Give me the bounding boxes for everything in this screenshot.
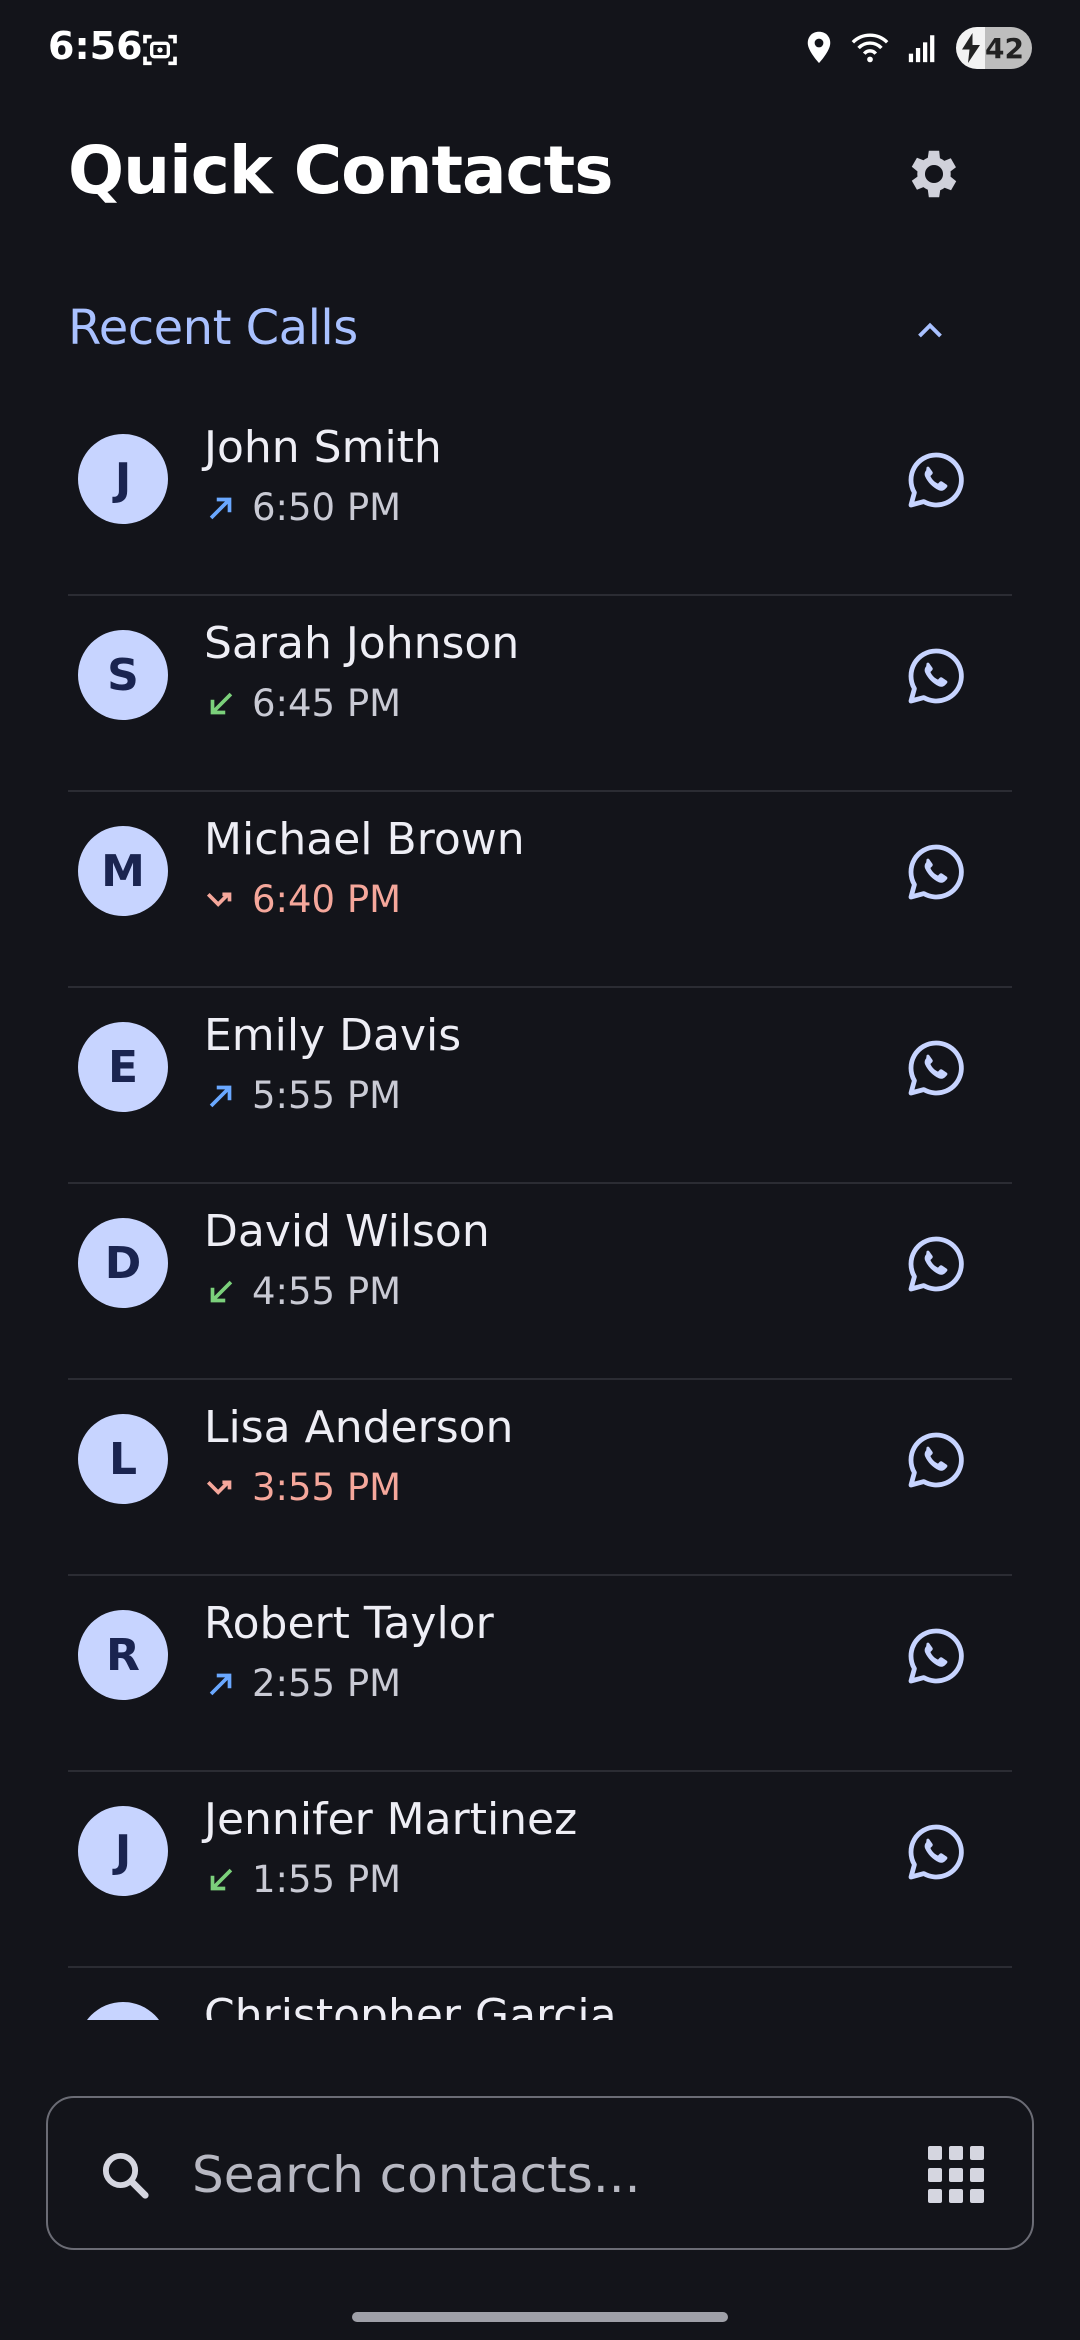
- section-title-recent-calls[interactable]: Recent Calls: [68, 300, 358, 356]
- signal-icon: [908, 35, 935, 63]
- battery-indicator: 42: [956, 27, 1032, 69]
- whatsapp-call-button[interactable]: [900, 640, 972, 712]
- whatsapp-icon: [908, 1824, 964, 1880]
- call-time: 6:45 PM: [252, 682, 402, 725]
- call-meta: 1:55 PM: [204, 1858, 401, 1901]
- battery-charging-icon: [962, 33, 980, 63]
- call-time: 2:55 PM: [252, 1662, 402, 1705]
- call-time: 1:55 PM: [252, 1858, 402, 1901]
- call-time: 6:50 PM: [252, 486, 402, 529]
- dialpad-icon: [928, 2146, 942, 2160]
- contact-name: Jennifer Martinez: [204, 1794, 578, 1845]
- incoming-call-icon: [210, 1280, 233, 1302]
- whatsapp-call-button[interactable]: [900, 1228, 972, 1300]
- contact-name: Christopher Garcia: [204, 1990, 617, 2020]
- incoming-call-icon: [210, 1868, 233, 1890]
- contact-row[interactable]: J John Smith 6:50 PM: [68, 400, 1012, 596]
- whatsapp-icon: [908, 844, 964, 900]
- call-meta: 5:55 PM: [204, 1074, 401, 1117]
- whatsapp-call-button[interactable]: [900, 836, 972, 908]
- whatsapp-call-button[interactable]: [900, 1620, 972, 1692]
- whatsapp-call-button[interactable]: [900, 444, 972, 516]
- contact-avatar: C: [78, 2002, 168, 2020]
- whatsapp-call-button[interactable]: [900, 2012, 972, 2020]
- contact-row[interactable]: S Sarah Johnson 6:45 PM: [68, 596, 1012, 792]
- contact-row[interactable]: E Emily Davis 5:55 PM: [68, 988, 1012, 1184]
- whatsapp-icon: [908, 1236, 964, 1292]
- battery-level: 42: [985, 31, 1024, 65]
- call-meta: 6:40 PM: [204, 878, 401, 921]
- call-time: 3:55 PM: [252, 1466, 402, 1509]
- call-meta: 2:55 PM: [204, 1662, 401, 1705]
- call-time: 5:55 PM: [252, 1074, 402, 1117]
- home-indicator[interactable]: [352, 2312, 728, 2322]
- contact-row[interactable]: D David Wilson 4:55 PM: [68, 1184, 1012, 1380]
- contact-avatar: S: [78, 630, 168, 720]
- contact-name: Emily Davis: [204, 1010, 462, 1061]
- whatsapp-icon: [908, 1040, 964, 1096]
- call-meta: 6:45 PM: [204, 682, 401, 725]
- whatsapp-icon: [908, 648, 964, 704]
- contact-row[interactable]: J Jennifer Martinez 1:55 PM: [68, 1772, 1012, 1968]
- location-icon: [807, 31, 831, 63]
- contact-avatar: R: [78, 1610, 168, 1700]
- whatsapp-icon: [908, 1432, 964, 1488]
- wifi-icon: [851, 33, 889, 63]
- collapse-section-button[interactable]: [900, 300, 960, 360]
- contact-avatar: L: [78, 1414, 168, 1504]
- outgoing-call-icon: [209, 497, 232, 519]
- whatsapp-call-button[interactable]: [900, 1816, 972, 1888]
- contact-name: Michael Brown: [204, 814, 525, 865]
- whatsapp-icon: [904, 2016, 968, 2020]
- whatsapp-icon: [908, 452, 964, 508]
- chevron-up-icon: [918, 322, 942, 338]
- contact-avatar: J: [78, 1806, 168, 1896]
- dialpad-button[interactable]: [928, 2146, 986, 2204]
- outgoing-call-icon: [209, 1673, 232, 1695]
- status-time: 6:56: [48, 24, 143, 68]
- contact-avatar: M: [78, 826, 168, 916]
- search-icon: [102, 2152, 149, 2199]
- contact-row[interactable]: L Lisa Anderson 3:55 PM: [68, 1380, 1012, 1576]
- outgoing-call-icon: [209, 1085, 232, 1107]
- status-bar: 6:56 42: [0, 0, 1080, 100]
- incoming-call-icon: [210, 692, 233, 714]
- screenshot-icon: [143, 34, 177, 66]
- contact-name: Robert Taylor: [204, 1598, 494, 1649]
- call-meta: 3:55 PM: [204, 1466, 401, 1509]
- whatsapp-call-button[interactable]: [900, 1032, 972, 1104]
- search-bar[interactable]: [46, 2096, 1034, 2250]
- contact-name: David Wilson: [204, 1206, 490, 1257]
- contact-name: John Smith: [204, 422, 442, 473]
- contact-name: Lisa Anderson: [204, 1402, 514, 1453]
- contact-row[interactable]: R Robert Taylor 2:55 PM: [68, 1576, 1012, 1772]
- page-title: Quick Contacts: [68, 132, 614, 209]
- contact-row[interactable]: M Michael Brown 6:40 PM: [68, 792, 1012, 988]
- whatsapp-call-button[interactable]: [900, 1424, 972, 1496]
- contact-avatar: E: [78, 1022, 168, 1112]
- recent-calls-list[interactable]: J John Smith 6:50 PM S Sarah Johnson 6:45 PM M…: [68, 400, 1012, 2020]
- call-time: 6:40 PM: [252, 878, 402, 921]
- contact-name: Sarah Johnson: [204, 618, 520, 669]
- whatsapp-icon: [908, 1628, 964, 1684]
- gear-icon: [911, 150, 957, 198]
- call-meta: 6:50 PM: [204, 486, 401, 529]
- contact-row[interactable]: C Christopher Garcia: [68, 1968, 1012, 2020]
- contact-avatar: D: [78, 1218, 168, 1308]
- missed-call-icon: [206, 1479, 232, 1495]
- call-time: 4:55 PM: [252, 1270, 402, 1313]
- settings-button[interactable]: [896, 136, 972, 212]
- search-input[interactable]: [190, 2138, 834, 2212]
- missed-call-icon: [206, 891, 232, 907]
- call-meta: 4:55 PM: [204, 1270, 401, 1313]
- contact-avatar: J: [78, 434, 168, 524]
- status-icons: 42: [804, 26, 1032, 70]
